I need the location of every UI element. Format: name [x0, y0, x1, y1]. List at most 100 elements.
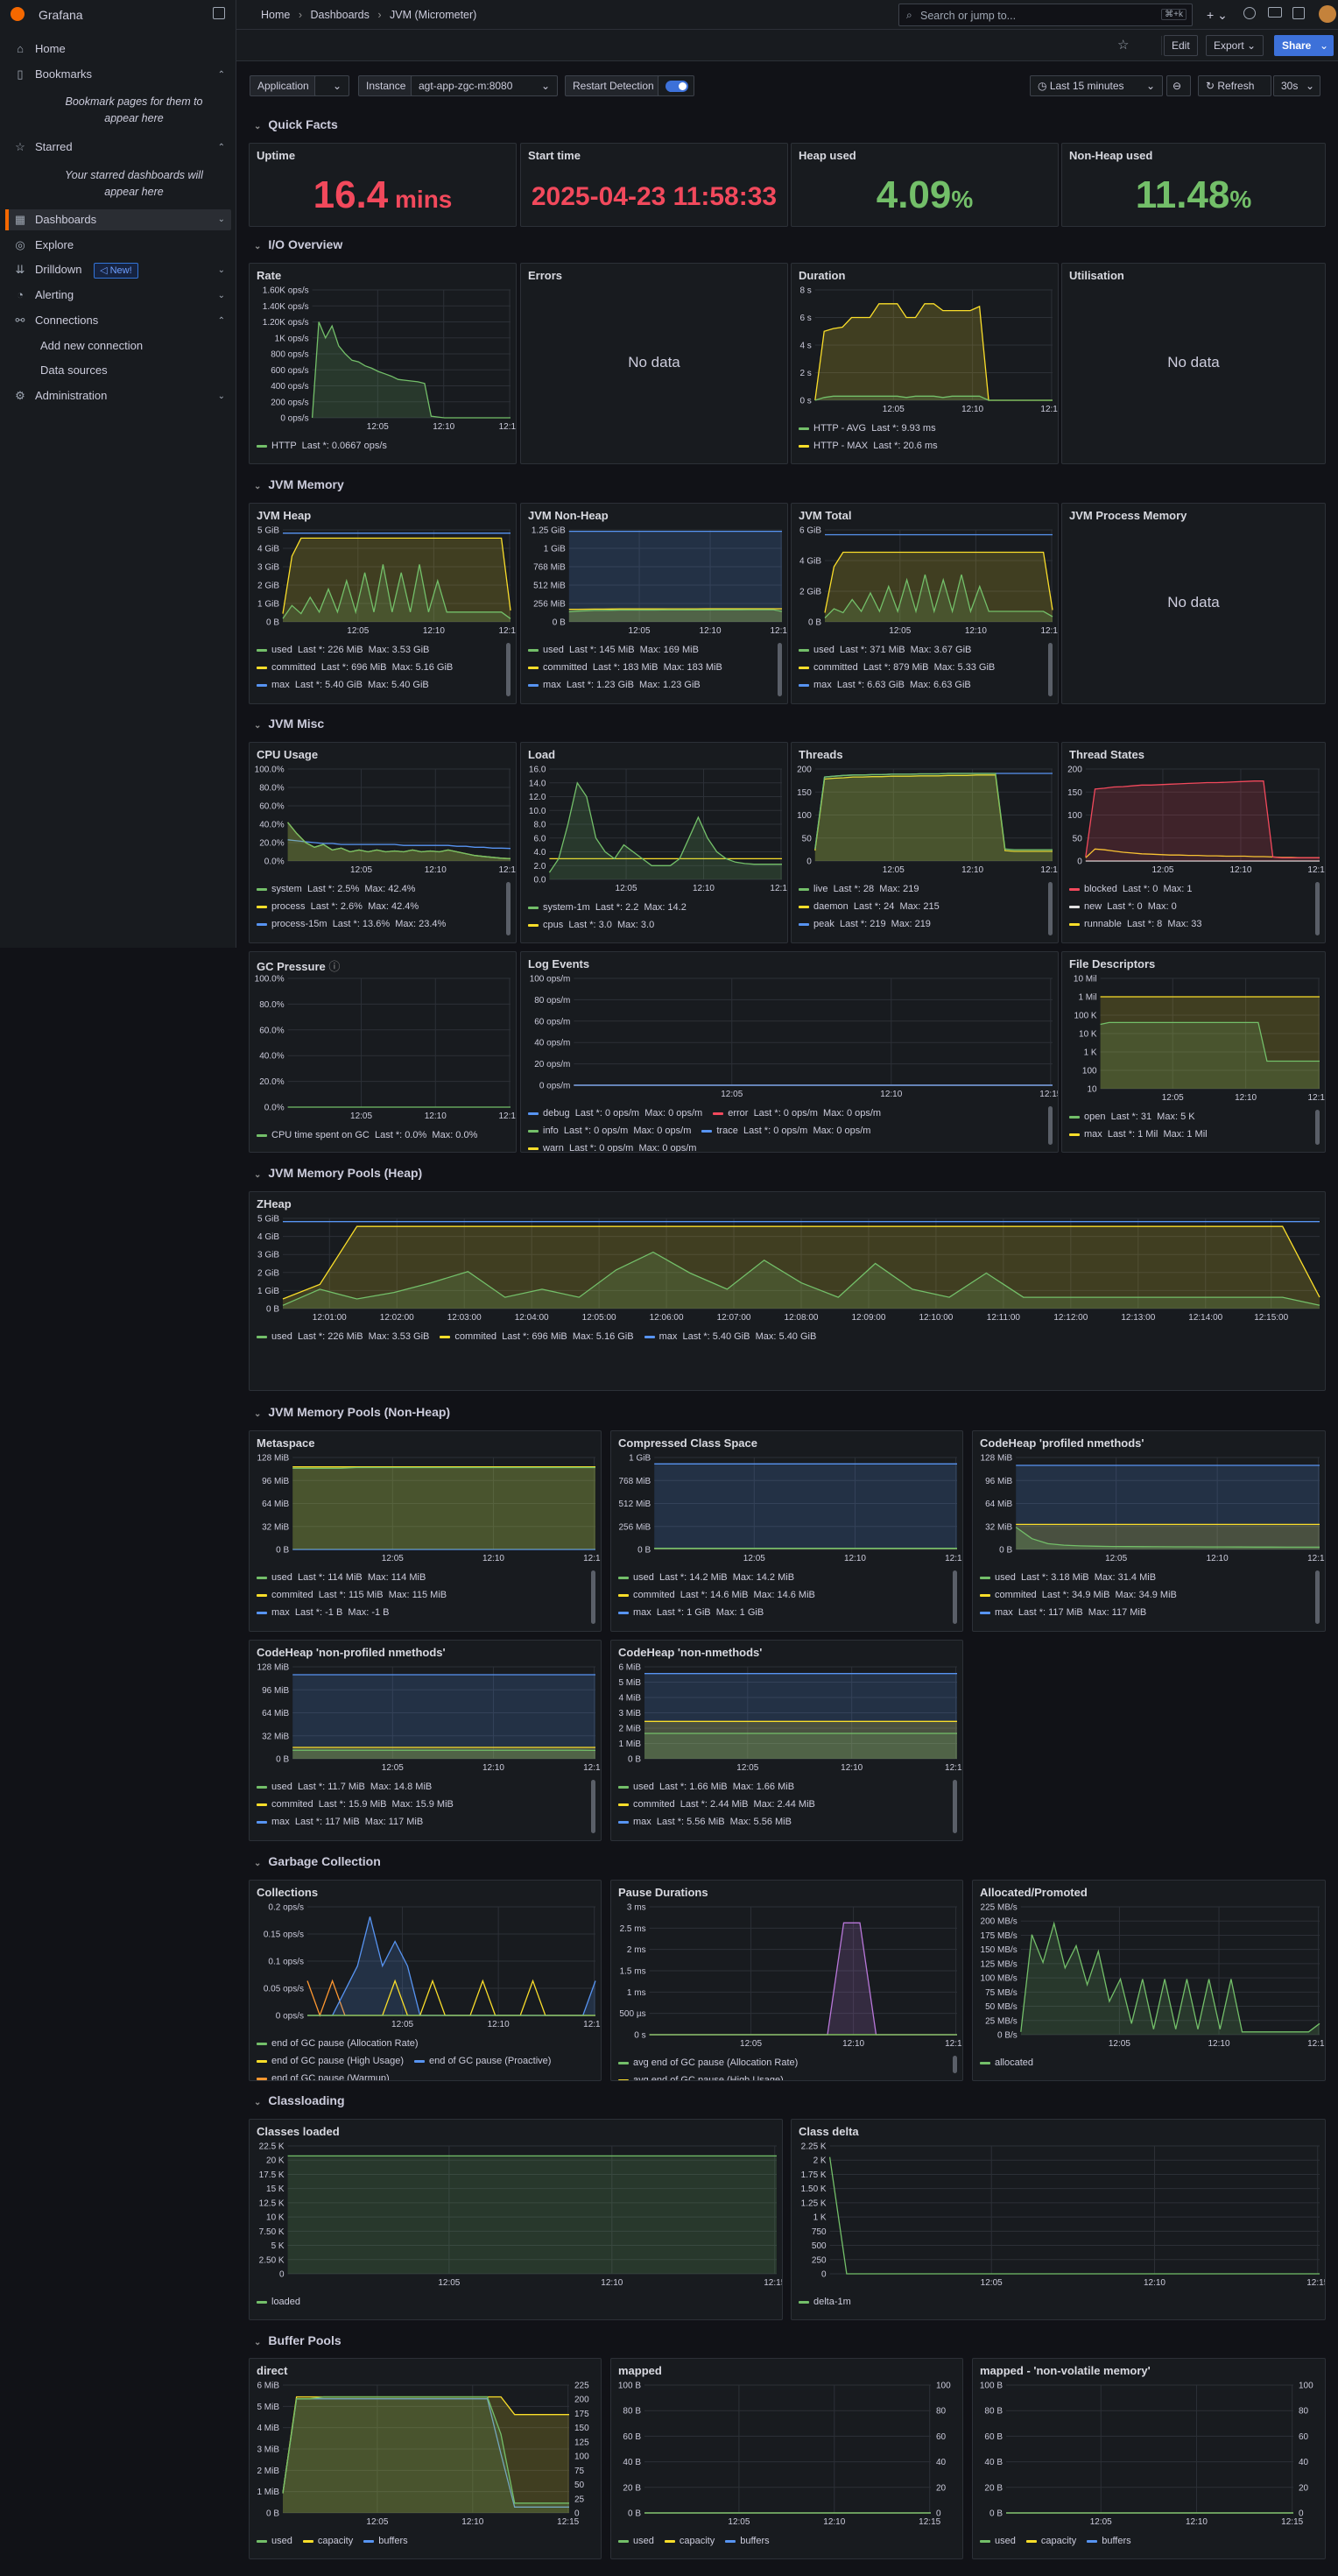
panel-rate[interactable]: Rate 1.60K ops/s 1.40K ops/s 1.20K ops/s 1K …	[249, 263, 517, 464]
legend-scrollbar[interactable]	[1048, 643, 1053, 696]
legend-item[interactable]: used Last *: 1.66 MiB Max: 1.66 MiB	[618, 1778, 794, 1796]
legend-item[interactable]: end of GC pause (Proactive)	[414, 2052, 551, 2070]
breadcrumb-dashboards[interactable]: Dashboards	[310, 9, 369, 21]
legend-item[interactable]: cpus Last *: 3.0 Max: 3.0	[528, 916, 654, 934]
legend-item[interactable]: max Last *: 5.40 GiB Max: 5.40 GiB	[644, 1328, 816, 1345]
row-garbage-collection[interactable]: ⌄ Garbage Collection	[254, 1854, 381, 1868]
dock-menu-icon[interactable]	[213, 7, 225, 19]
sidebar-item-connections[interactable]: ⚯ Connections	[12, 314, 99, 328]
legend-scrollbar[interactable]	[591, 1780, 595, 1833]
legend-item[interactable]: used Last *: 11.7 MiB Max: 14.8 MiB	[257, 1778, 432, 1796]
time-range-picker[interactable]: ◷ Last 15 minutes ⌄	[1030, 75, 1163, 96]
legend-item[interactable]: used Last *: 145 MiB Max: 169 MiB	[528, 641, 699, 659]
chevron-up-icon[interactable]: ⌃	[218, 143, 225, 152]
legend-item[interactable]: avg end of GC pause (Allocation Rate)	[618, 2054, 798, 2071]
legend-item[interactable]: buffers	[363, 2532, 408, 2550]
legend-item[interactable]: used Last *: 371 MiB Max: 3.67 GiB	[799, 641, 971, 659]
row-memory-pools-nonheap[interactable]: ⌄ JVM Memory Pools (Non-Heap)	[254, 1405, 450, 1419]
help-icon[interactable]	[1243, 7, 1256, 19]
legend-item[interactable]: commited Last *: 34.9 MiB Max: 34.9 MiB	[980, 1586, 1177, 1604]
legend-item[interactable]: max Last *: 1 GiB Max: 1 GiB	[618, 1604, 764, 1621]
news-icon[interactable]	[1268, 7, 1282, 18]
legend-item[interactable]: live Last *: 28 Max: 219	[799, 880, 919, 898]
legend-item[interactable]: loaded	[257, 2293, 300, 2311]
legend-item[interactable]: allocated	[980, 2054, 1033, 2071]
panel-compressed-class-space[interactable]: Compressed Class Space 1 GiB 768 MiB 512 Mi…	[610, 1430, 963, 1632]
legend-item[interactable]: capacity	[302, 2532, 353, 2550]
legend-item[interactable]: avg end of GC pause (High Usage)	[618, 2071, 784, 2080]
panel-buffer-direct[interactable]: direct 6 MiB 5 MiB 4 MiB 3 MiB 2 MiB 1 MiB 0 B2…	[249, 2358, 602, 2559]
legend-item[interactable]: blocked Last *: 0 Max: 1	[1069, 880, 1193, 898]
legend-scrollbar[interactable]	[506, 643, 511, 696]
legend-item[interactable]: debug Last *: 0 ops/m Max: 0 ops/m	[528, 1105, 702, 1122]
sidebar-item-administration[interactable]: ⚙ Administration	[12, 389, 107, 403]
panel-errors[interactable]: Errors No data	[520, 263, 788, 464]
legend-item[interactable]: used Last *: 226 MiB Max: 3.53 GiB	[257, 641, 429, 659]
legend-item[interactable]: capacity	[1025, 2532, 1076, 2550]
legend-item[interactable]: open Last *: 31 Max: 5 K	[1069, 1108, 1195, 1126]
panel-jvm-nonheap[interactable]: JVM Non-Heap 1.25 GiB 1 GiB 768 MiB 512 MiB 2…	[520, 503, 788, 704]
chevron-up-icon[interactable]: ⌃	[218, 70, 225, 80]
legend-item[interactable]: committed Last *: 696 MiB Max: 5.16 GiB	[257, 659, 453, 676]
legend-item[interactable]: commited Last *: 15.9 MiB Max: 15.9 MiB	[257, 1796, 454, 1813]
stat-panel-heap-used[interactable]: Heap used 4.09%	[791, 143, 1059, 227]
restart-toggle[interactable]	[665, 81, 688, 92]
panel-codeheap-profiled[interactable]: CodeHeap 'profiled nmethods' 128 MiB 96 Mi…	[972, 1430, 1326, 1632]
legend-scrollbar[interactable]	[1315, 882, 1320, 935]
legend-scrollbar[interactable]	[1315, 1110, 1320, 1145]
legend-item[interactable]: system-1m Last *: 2.2 Max: 14.2	[528, 899, 687, 916]
chevron-down-icon[interactable]: ⌄	[218, 265, 225, 275]
legend-item[interactable]: commited Last *: 14.6 MiB Max: 14.6 MiB	[618, 1586, 815, 1604]
refresh-button[interactable]: ↻ Refresh	[1198, 75, 1271, 96]
panel-utilisation[interactable]: Utilisation No data	[1061, 263, 1326, 464]
share-dropdown-chevron-down-icon[interactable]: ⌄	[1314, 35, 1334, 56]
legend-item[interactable]: system Last *: 2.5% Max: 42.4%	[257, 880, 415, 898]
avatar[interactable]	[1319, 5, 1336, 23]
legend-item[interactable]: committed Last *: 879 MiB Max: 5.33 GiB	[799, 659, 995, 676]
dock-icon[interactable]	[1292, 7, 1305, 19]
star-icon[interactable]: ☆	[1117, 37, 1129, 53]
legend-item[interactable]: process Last *: 2.6% Max: 42.4%	[257, 898, 419, 915]
panel-jvm-total[interactable]: JVM Total 6 GiB 4 GiB 2 GiB 0 B 12:05 12:10 12:…	[791, 503, 1059, 704]
sidebar-item-data-sources[interactable]: Data sources	[40, 363, 108, 377]
legend-item[interactable]: peak Last *: 219 Max: 219	[799, 915, 931, 933]
panel-allocated-promoted[interactable]: Allocated/Promoted 225 MB/s 200 MB/s 175 MB…	[972, 1880, 1326, 2081]
instance-select[interactable]: agt-app-zgc-m:8080 ⌄	[411, 75, 558, 96]
row-jvm-memory[interactable]: ⌄ JVM Memory	[254, 477, 344, 491]
legend-scrollbar[interactable]	[1315, 1570, 1320, 1624]
legend-item[interactable]: max Last *: 6.63 GiB Max: 6.63 GiB	[799, 676, 971, 694]
legend-item[interactable]: committed Last *: 183 MiB Max: 183 MiB	[528, 659, 722, 676]
panel-class-delta[interactable]: Class delta 2.25 K2 K 1.75 K 1.50 K 1.25 K1 …	[791, 2119, 1326, 2320]
legend-item[interactable]: error Last *: 0 ops/m Max: 0 ops/m	[713, 1105, 881, 1122]
panel-threads[interactable]: Threads20015010050012:0512:1012:15live L…	[791, 742, 1059, 943]
legend-item[interactable]: max Last *: 5.56 MiB Max: 5.56 MiB	[618, 1813, 792, 1831]
zoom-out-icon[interactable]: ⊖	[1166, 75, 1191, 96]
legend-scrollbar[interactable]	[778, 643, 782, 696]
chevron-down-icon[interactable]: ⌄	[218, 392, 225, 401]
panel-codeheap-nonprofiled[interactable]: CodeHeap 'non-profiled nmethods' 128 MiB 9…	[249, 1640, 602, 1841]
legend-item[interactable]: capacity	[664, 2532, 715, 2550]
legend-item[interactable]: new Last *: 0 Max: 0	[1069, 898, 1177, 915]
legend-item[interactable]: trace Last *: 0 ops/m Max: 0 ops/m	[701, 1122, 870, 1140]
legend-item[interactable]: used Last *: 114 MiB Max: 114 MiB	[257, 1569, 426, 1586]
panel-file-descriptors[interactable]: File Descriptors 10 Mil 1 Mil 100 K 10 K1 K1…	[1061, 951, 1326, 1153]
legend-item[interactable]: max Last *: 117 MiB Max: 117 MiB	[257, 1813, 423, 1831]
legend-item[interactable]: buffers	[725, 2532, 770, 2550]
sidebar-item-alerting[interactable]: ◔ Alerting	[12, 288, 74, 301]
panel-collections[interactable]: Collections 0.2 ops/s 0.15 ops/s 0.1 ops/s 0…	[249, 1880, 602, 2081]
panel-metaspace[interactable]: Metaspace 128 MiB 96 MiB 64 MiB 32 MiB 0 B 12:…	[249, 1430, 602, 1632]
breadcrumb-home[interactable]: Home	[261, 9, 290, 21]
legend-item[interactable]: HTTP - AVG Last *: 9.93 ms	[799, 420, 936, 437]
legend-item[interactable]: used	[257, 2532, 292, 2550]
panel-pause-durations[interactable]: Pause Durations 3 ms 2.5 ms 2 ms 1.5 ms 1 ms 5…	[610, 1880, 963, 2081]
legend-item[interactable]: used Last *: 14.2 MiB Max: 14.2 MiB	[618, 1569, 794, 1586]
application-select[interactable]: ⌄	[314, 75, 349, 96]
sidebar-item-bookmarks[interactable]: ▯ Bookmarks	[12, 67, 92, 81]
legend-scrollbar[interactable]	[953, 1780, 957, 1833]
legend-item[interactable]: delta-1m	[799, 2293, 851, 2311]
export-button[interactable]: Export ⌄	[1206, 35, 1264, 56]
row-io-overview[interactable]: ⌄ I/O Overview	[254, 237, 342, 251]
legend-item[interactable]: info Last *: 0 ops/m Max: 0 ops/m	[528, 1122, 691, 1140]
panel-jvm-heap[interactable]: JVM Heap 5 GiB 4 GiB 3 GiB 2 GiB 1 GiB 0 B 12:0…	[249, 503, 517, 704]
legend-scrollbar[interactable]	[953, 1570, 957, 1624]
